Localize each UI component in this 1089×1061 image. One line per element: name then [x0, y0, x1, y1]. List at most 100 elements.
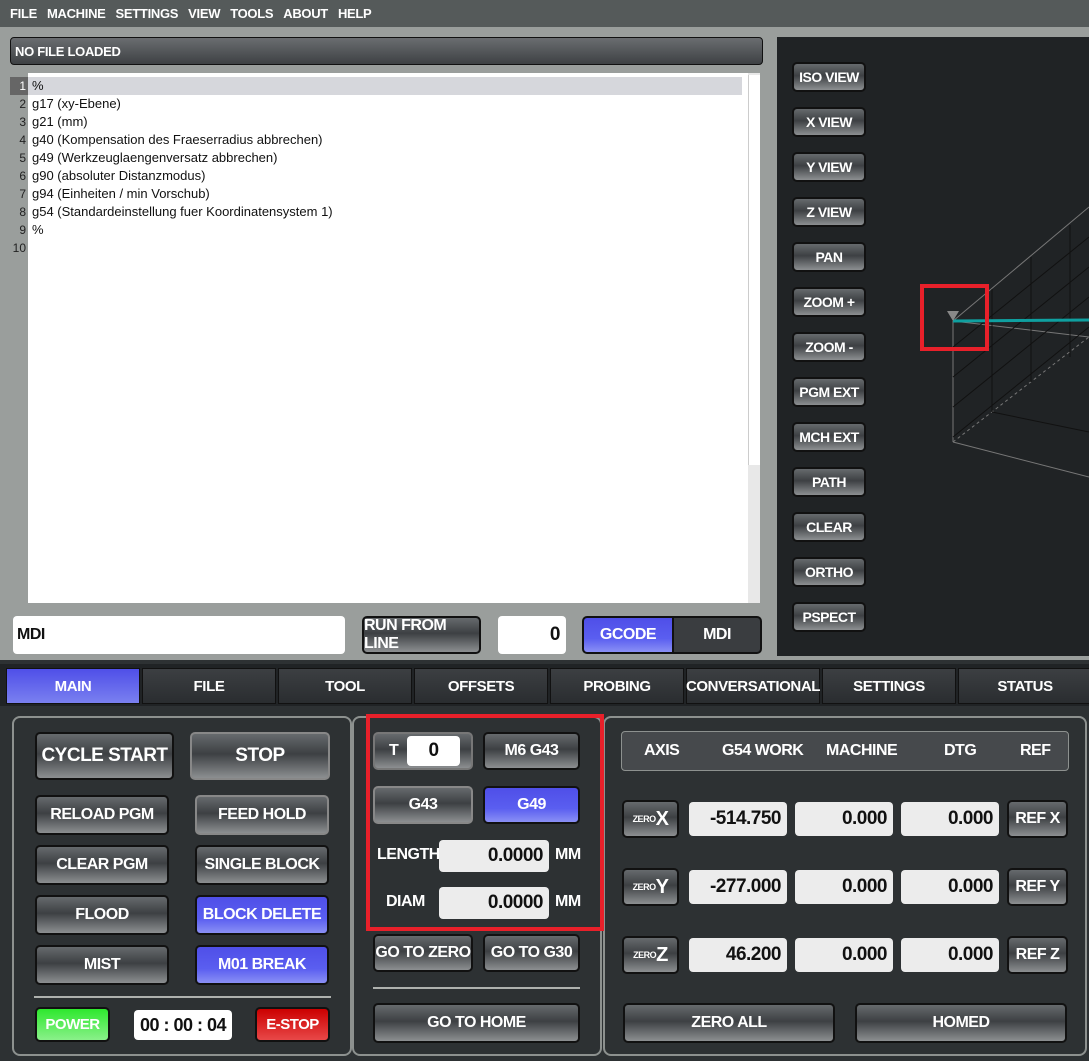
dro-header-ref: REF — [1020, 742, 1051, 759]
line-number: 8 — [19, 205, 26, 219]
divider — [34, 996, 331, 998]
view-button-pan[interactable]: PAN — [792, 242, 866, 272]
tab-tool[interactable]: TOOL — [278, 668, 412, 704]
view-button-z-view[interactable]: Z VIEW — [792, 197, 866, 227]
zero-z-button[interactable]: ZERO Z — [622, 936, 679, 974]
dro-header-dtg: DTG — [944, 742, 977, 759]
mdi-mode-button[interactable]: MDI — [672, 616, 762, 654]
line-number: 4 — [19, 133, 26, 147]
ref-z-button[interactable]: REF Z — [1007, 936, 1068, 974]
zero-label: ZERO — [632, 814, 657, 824]
block-delete-button[interactable]: BLOCK DELETE — [195, 895, 329, 935]
menu-about[interactable]: ABOUT — [283, 6, 328, 21]
view-button-pgm-ext[interactable]: PGM EXT — [792, 377, 866, 407]
menu-machine[interactable]: MACHINE — [47, 6, 106, 21]
line-number: 5 — [19, 151, 26, 165]
menu-help[interactable]: HELP — [338, 6, 372, 21]
line-number: 3 — [19, 115, 26, 129]
homed-button[interactable]: HOMED — [855, 1003, 1067, 1043]
line-number: 10 — [12, 241, 26, 255]
tab-settings[interactable]: SETTINGS — [822, 668, 956, 704]
code-line[interactable]: g94 (Einheiten / min Vorschub) — [28, 185, 742, 203]
clear-pgm-button[interactable]: CLEAR PGM — [35, 845, 169, 885]
view-button-path[interactable]: PATH — [792, 467, 866, 497]
tab-file[interactable]: FILE — [142, 668, 276, 704]
tab-status[interactable]: STATUS — [958, 668, 1089, 704]
gcode-editor[interactable]: 1% 2 g17 (xy-Ebene) 3 g21 (mm) 4 g40 (Kompensa… — [10, 73, 760, 603]
view-button-iso-view[interactable]: ISO VIEW — [792, 62, 866, 92]
g54-work-y: -277.000 — [689, 870, 787, 904]
menu-settings[interactable]: SETTINGS — [116, 6, 179, 21]
file-label: NO FILE LOADED — [10, 37, 763, 65]
toolpath-line — [952, 318, 1089, 323]
run-from-line-button[interactable]: RUN FROM LINE — [362, 616, 481, 654]
axis-letter: Z — [656, 943, 668, 966]
code-line[interactable] — [28, 239, 742, 257]
menu-file[interactable]: FILE — [10, 6, 37, 21]
view-button-y-view[interactable]: Y VIEW — [792, 152, 866, 182]
view-button-pspect[interactable]: PSPECT — [792, 602, 866, 632]
menu-tools[interactable]: TOOLS — [230, 6, 273, 21]
tab-offsets[interactable]: OFFSETS — [414, 668, 548, 704]
code-line[interactable]: g40 (Kompensation des Fraeserradius abbr… — [28, 131, 742, 149]
flood-button[interactable]: FLOOD — [35, 895, 169, 935]
line-number: 7 — [19, 187, 26, 201]
stop-button[interactable]: STOP — [190, 732, 330, 780]
reload-pgm-button[interactable]: RELOAD PGM — [35, 795, 169, 835]
code-line[interactable]: % — [28, 221, 742, 239]
go-to-zero-button[interactable]: GO TO ZERO — [373, 934, 473, 972]
menu-bar: FILE MACHINE SETTINGS VIEW TOOLS ABOUT HELP — [0, 0, 1089, 27]
view-button-ortho[interactable]: ORTHO — [792, 557, 866, 587]
dro-header: AXIS G54 WORK MACHINE DTG REF — [621, 731, 1069, 771]
axis-letter: Y — [655, 875, 669, 898]
feed-hold-button[interactable]: FEED HOLD — [195, 795, 329, 835]
tab-probing[interactable]: PROBING — [550, 668, 684, 704]
zero-label: ZERO — [632, 882, 657, 892]
cycle-start-button[interactable]: CYCLE START — [35, 732, 174, 780]
zero-label: ZERO — [633, 950, 657, 960]
dtg-y: 0.000 — [901, 870, 999, 904]
view-button-clear[interactable]: CLEAR — [792, 512, 866, 542]
code-line[interactable]: g17 (xy-Ebene) — [28, 95, 742, 113]
go-to-home-button[interactable]: GO TO HOME — [373, 1003, 580, 1043]
zero-y-button[interactable]: ZERO Y — [622, 868, 679, 906]
zero-all-button[interactable]: ZERO ALL — [623, 1003, 835, 1043]
ref-y-button[interactable]: REF Y — [1007, 868, 1068, 906]
dtg-z: 0.000 — [901, 938, 999, 972]
dtg-x: 0.000 — [901, 802, 999, 836]
view-button-zoomplus[interactable]: ZOOM + — [792, 287, 866, 317]
scrollbar[interactable] — [748, 75, 760, 465]
line-number: 1 — [10, 77, 28, 95]
menu-view[interactable]: VIEW — [188, 6, 220, 21]
ref-x-button[interactable]: REF X — [1007, 800, 1068, 838]
code-line[interactable]: g54 (Standardeinstellung fuer Koordinate… — [28, 203, 742, 221]
view-button-x-view[interactable]: X VIEW — [792, 107, 866, 137]
dro-header-machine: MACHINE — [826, 742, 898, 759]
zero-x-button[interactable]: ZERO X — [622, 800, 679, 838]
code-line[interactable]: g49 (Werkzeuglaengenversatz abbrechen) — [28, 149, 742, 167]
machine-z: 0.000 — [795, 938, 893, 972]
single-block-button[interactable]: SINGLE BLOCK — [195, 845, 329, 885]
line-number: 2 — [19, 97, 26, 111]
mist-button[interactable]: MIST — [35, 945, 169, 985]
highlight-box — [366, 714, 604, 931]
line-number: 9 — [19, 223, 26, 237]
mdi-input[interactable]: MDI — [13, 616, 345, 654]
view-button-mch-ext[interactable]: MCH EXT — [792, 422, 866, 452]
code-line[interactable]: % — [28, 77, 742, 95]
tab-conversational[interactable]: CONVERSATIONAL — [686, 668, 820, 704]
line-number-input[interactable]: 0 — [498, 616, 566, 654]
dro-header-g54-work: G54 WORK — [722, 742, 804, 759]
run-timer: 00 : 00 : 04 — [134, 1010, 232, 1040]
power-button[interactable]: POWER — [35, 1007, 110, 1042]
tab-main[interactable]: MAIN — [6, 668, 140, 704]
code-line[interactable]: g90 (absoluter Distanzmodus) — [28, 167, 742, 185]
machine-y: 0.000 — [795, 870, 893, 904]
m01-break-button[interactable]: M01 BREAK — [195, 945, 329, 985]
view-button-zoomminus[interactable]: ZOOM - — [792, 332, 866, 362]
estop-button[interactable]: E-STOP — [255, 1007, 330, 1042]
go-to-g30-button[interactable]: GO TO G30 — [483, 934, 580, 972]
g54-work-x: -514.750 — [689, 802, 787, 836]
gcode-mode-button[interactable]: GCODE — [582, 616, 674, 654]
code-line[interactable]: g21 (mm) — [28, 113, 742, 131]
